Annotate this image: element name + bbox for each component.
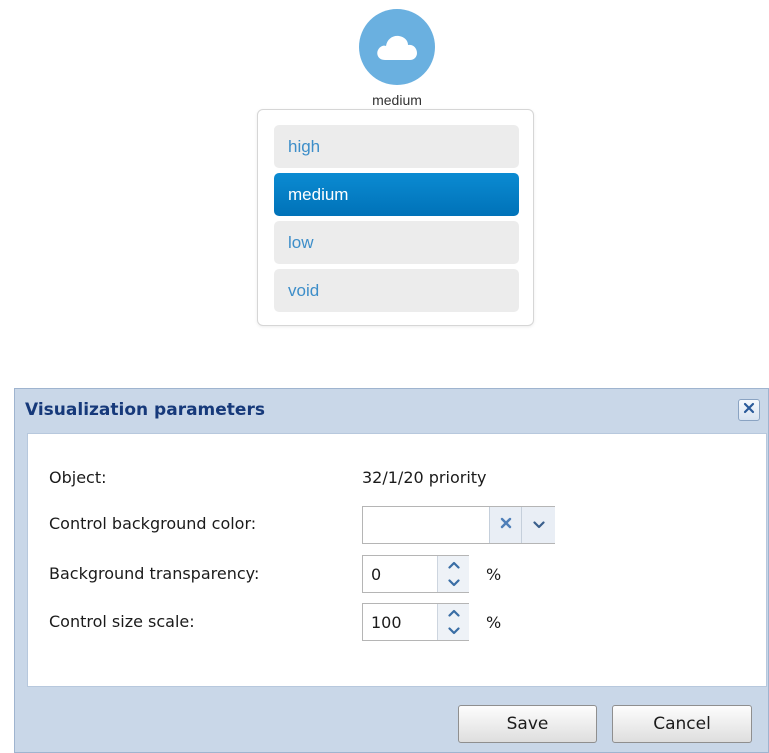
- scale-decrement[interactable]: [438, 622, 469, 640]
- option-low[interactable]: low: [274, 221, 519, 264]
- bg-color-label: Control background color:: [49, 514, 257, 533]
- chevron-down-icon: [532, 516, 545, 534]
- option-void[interactable]: void: [274, 269, 519, 312]
- priority-dropdown: high medium low void: [257, 109, 534, 326]
- transparency-input[interactable]: [363, 556, 437, 592]
- close-button[interactable]: [738, 399, 760, 421]
- chevron-up-icon: [447, 556, 460, 574]
- clear-icon: [500, 516, 512, 534]
- transparency-increment[interactable]: [438, 556, 469, 574]
- object-label: Object:: [49, 468, 107, 487]
- object-value: 32/1/20 priority: [362, 468, 487, 487]
- transparency-spin-buttons: [437, 556, 469, 592]
- option-high[interactable]: high: [274, 125, 519, 168]
- save-button[interactable]: Save: [458, 705, 597, 743]
- transparency-decrement[interactable]: [438, 574, 469, 592]
- transparency-stepper[interactable]: [362, 555, 469, 593]
- close-icon: [743, 401, 755, 419]
- visualization-parameters-dialog: Visualization parameters Object: 32/1/20…: [14, 388, 769, 753]
- dialog-title: Visualization parameters: [25, 400, 265, 420]
- chevron-down-icon: [447, 574, 460, 592]
- option-medium[interactable]: medium: [274, 173, 519, 216]
- transparency-label: Background transparency:: [49, 564, 260, 583]
- scale-input[interactable]: [363, 604, 437, 640]
- transparency-unit: %: [486, 565, 502, 584]
- chevron-down-icon: [447, 622, 460, 640]
- scale-unit: %: [486, 613, 502, 632]
- scale-spin-buttons: [437, 604, 469, 640]
- cloud-icon: [375, 32, 419, 62]
- scale-increment[interactable]: [438, 604, 469, 622]
- color-dropdown-button[interactable]: [521, 507, 555, 543]
- chevron-up-icon: [447, 604, 460, 622]
- scale-label: Control size scale:: [49, 612, 195, 631]
- bg-color-picker[interactable]: [362, 506, 555, 544]
- cancel-button[interactable]: Cancel: [612, 705, 752, 743]
- scale-stepper[interactable]: [362, 603, 469, 641]
- widget-caption: medium: [372, 92, 422, 108]
- dialog-body: Object: 32/1/20 priority Control backgro…: [27, 433, 767, 687]
- cloud-widget-button[interactable]: [359, 9, 435, 85]
- clear-color-button[interactable]: [489, 507, 522, 543]
